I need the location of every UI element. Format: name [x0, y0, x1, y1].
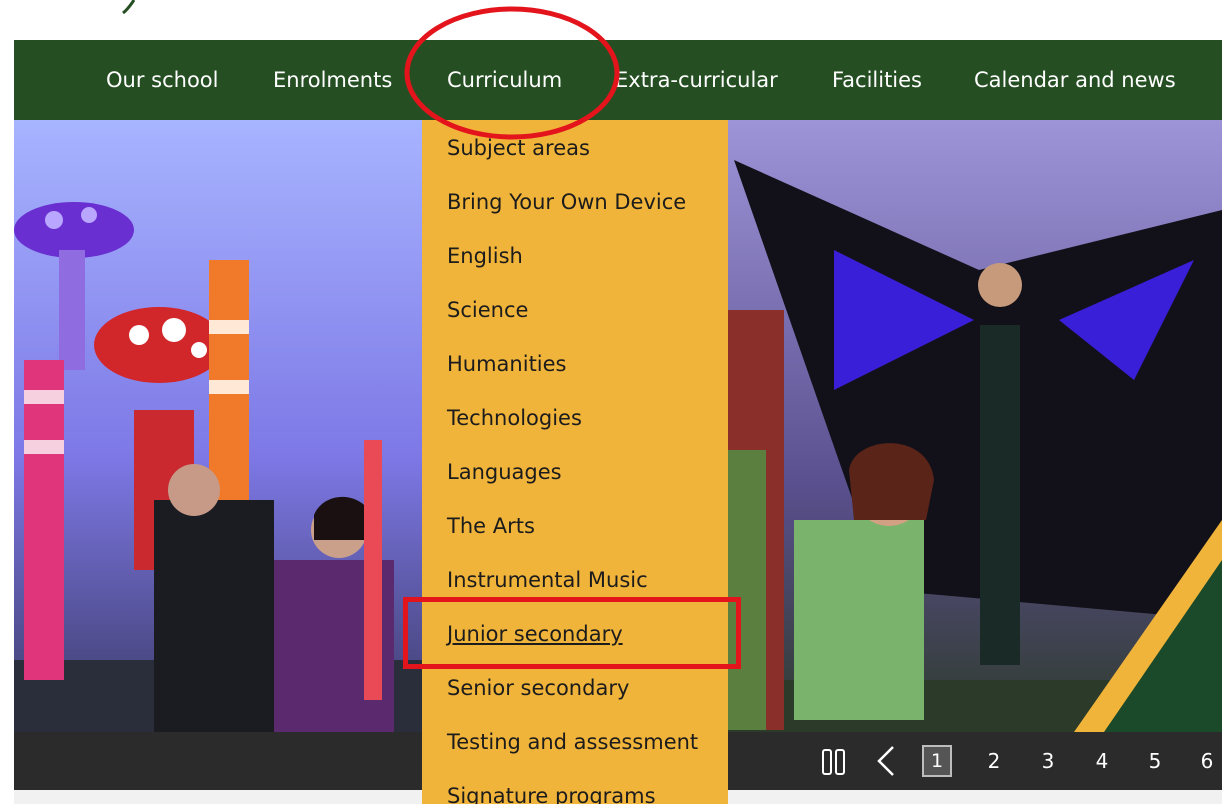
- curriculum-dropdown-menu: Subject areas Bring Your Own Device Engl…: [422, 120, 728, 804]
- menu-item-senior-secondary[interactable]: Senior secondary: [447, 676, 629, 700]
- menu-item-english[interactable]: English: [447, 244, 523, 268]
- menu-item-languages[interactable]: Languages: [447, 460, 562, 484]
- nav-item-facilities[interactable]: Facilities: [832, 40, 922, 120]
- carousel-page-3[interactable]: 3: [1038, 732, 1058, 790]
- menu-item-science[interactable]: Science: [447, 298, 528, 322]
- menu-item-instrumental-music[interactable]: Instrumental Music: [447, 568, 648, 592]
- logo-leaf-icon: [122, 0, 136, 14]
- carousel-page-6[interactable]: 6: [1197, 732, 1217, 790]
- nav-item-curriculum[interactable]: Curriculum: [447, 40, 562, 120]
- carousel-page-2[interactable]: 2: [984, 732, 1004, 790]
- menu-item-junior-secondary[interactable]: Junior secondary: [447, 622, 623, 646]
- pause-icon[interactable]: [822, 749, 846, 775]
- chevron-left-icon[interactable]: [876, 745, 896, 777]
- nav-item-enrolments[interactable]: Enrolments: [273, 40, 392, 120]
- menu-item-the-arts[interactable]: The Arts: [447, 514, 535, 538]
- menu-item-bring-your-own-device[interactable]: Bring Your Own Device: [447, 190, 686, 214]
- menu-item-testing-and-assessment[interactable]: Testing and assessment: [447, 730, 698, 754]
- menu-item-subject-areas[interactable]: Subject areas: [447, 136, 590, 160]
- carousel-page-1[interactable]: 1: [922, 745, 952, 777]
- nav-item-calendar-and-news[interactable]: Calendar and news: [974, 40, 1176, 120]
- menu-item-technologies[interactable]: Technologies: [447, 406, 582, 430]
- nav-item-extra-curricular[interactable]: Extra-curricular: [615, 40, 778, 120]
- main-nav: Our school Enrolments Curriculum Extra-c…: [14, 40, 1222, 120]
- carousel-page-5[interactable]: 5: [1145, 732, 1165, 790]
- menu-item-humanities[interactable]: Humanities: [447, 352, 567, 376]
- carousel-page-4[interactable]: 4: [1092, 732, 1112, 790]
- nav-item-our-school[interactable]: Our school: [106, 40, 218, 120]
- menu-item-signature-programs[interactable]: Signature programs: [447, 784, 656, 804]
